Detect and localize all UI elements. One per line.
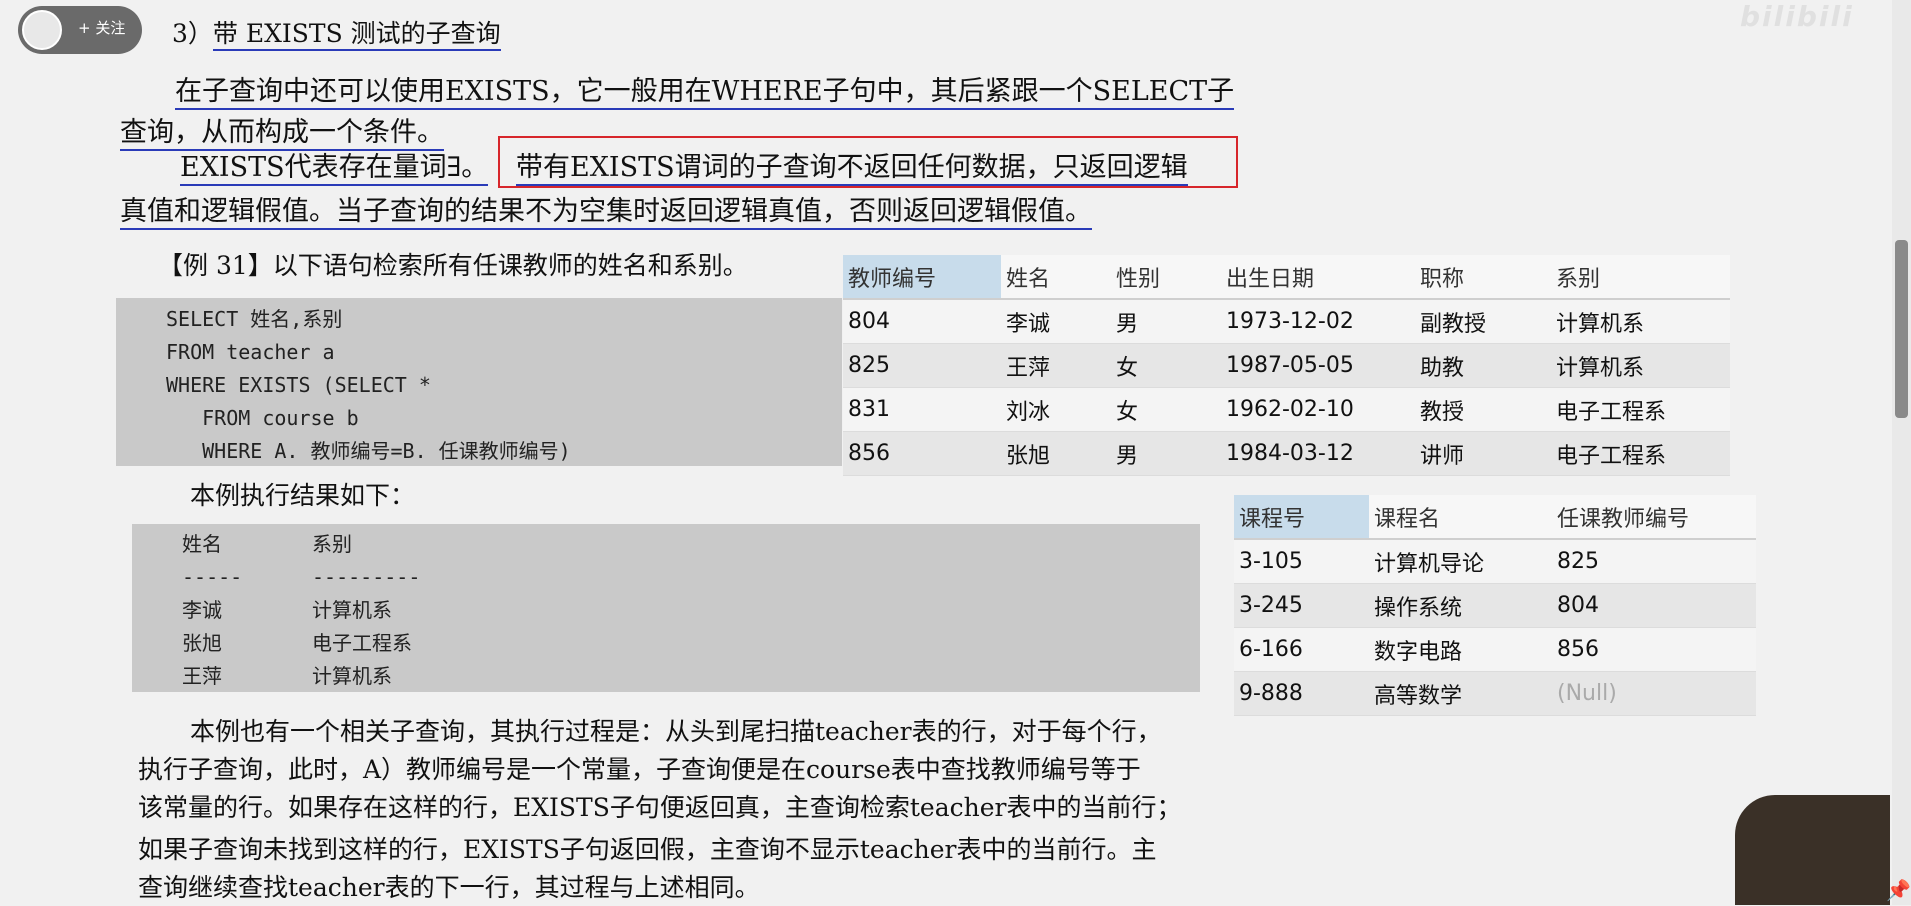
teacher-table: 教师编号 姓名 性别 出生日期 职称 系别 804 李诚 男 1973-12-0… [843, 255, 1730, 476]
column-header[interactable]: 系别 [1551, 255, 1730, 300]
table-cell[interactable]: 电子工程系 [1551, 431, 1730, 476]
table-cell[interactable]: 刘冰 [1001, 387, 1111, 432]
table-cell[interactable]: 856 [1552, 627, 1756, 672]
column-header[interactable]: 课程名 [1369, 495, 1552, 540]
table-header-row: 教师编号 姓名 性别 出生日期 职称 系别 [843, 255, 1730, 300]
para2-line2: 真值和逻辑假值。当子查询的结果不为空集时返回逻辑真值，否则返回逻辑假值。 [120, 194, 1092, 230]
table-cell[interactable]: 856 [843, 431, 1001, 476]
follow-label[interactable]: + 关注 [78, 17, 125, 38]
table-cell[interactable]: 804 [1552, 583, 1756, 628]
table-cell[interactable]: 讲师 [1415, 431, 1551, 476]
table-cell[interactable]: 数字电路 [1369, 627, 1552, 672]
table-cell[interactable]: 1973-12-02 [1221, 299, 1415, 344]
table-row[interactable]: 804 李诚 男 1973-12-02 副教授 计算机系 [843, 299, 1730, 344]
explanation-line-2: 执行子查询，此时，A）教师编号是一个常量，子查询便是在course表中查找教师编… [138, 755, 1141, 784]
result-row: 张旭 [182, 631, 222, 655]
course-table: 课程号 课程名 任课教师编号 3-105 计算机导论 825 3-245 操作系… [1234, 495, 1756, 716]
table-cell[interactable]: 3-105 [1234, 539, 1369, 584]
sql-line-5: WHERE A. 教师编号=B. 任课教师编号) [166, 439, 571, 463]
table-cell[interactable]: 1962-02-10 [1221, 387, 1415, 432]
scrollbar-thumb[interactable] [1895, 240, 1908, 418]
heading-number: 3） [172, 19, 213, 48]
null-cell[interactable]: (Null) [1552, 671, 1756, 716]
table-cell[interactable]: 9-888 [1234, 671, 1369, 716]
section-heading: 3）带 EXISTS 测试的子查询 [172, 16, 501, 52]
table-header-row: 课程号 课程名 任课教师编号 [1234, 495, 1756, 540]
webcam-overlay [1735, 795, 1890, 905]
column-header[interactable]: 职称 [1415, 255, 1551, 300]
column-header[interactable]: 性别 [1111, 255, 1221, 300]
table-cell[interactable]: 831 [843, 387, 1001, 432]
table-row[interactable]: 9-888 高等数学 (Null) [1234, 671, 1756, 716]
pin-icon[interactable]: 📌 [1886, 878, 1911, 902]
table-cell[interactable]: 电子工程系 [1551, 387, 1730, 432]
explanation-line-4: 如果子查询未找到这样的行，EXISTS子句返回假，主查询不显示teacher表中… [138, 835, 1157, 864]
table-cell[interactable]: 操作系统 [1369, 583, 1552, 628]
result-row: 王萍 [182, 664, 222, 688]
table-cell[interactable]: 男 [1111, 299, 1221, 344]
table-cell[interactable]: 女 [1111, 343, 1221, 388]
result-row: 计算机系 [312, 664, 392, 688]
table-cell[interactable]: 825 [1552, 539, 1756, 584]
column-header[interactable]: 任课教师编号 [1552, 495, 1756, 540]
highlight-box [498, 136, 1238, 188]
table-cell[interactable]: 高等数学 [1369, 671, 1552, 716]
result-header-dept: 系别 [312, 532, 352, 556]
table-cell[interactable]: 助教 [1415, 343, 1551, 388]
result-row: 电子工程系 [312, 631, 412, 655]
explanation-line-5: 查询继续查找teacher表的下一行，其过程与上述相同。 [138, 873, 760, 902]
table-row[interactable]: 856 张旭 男 1984-03-12 讲师 电子工程系 [843, 431, 1730, 476]
table-cell[interactable]: 李诚 [1001, 299, 1111, 344]
column-header[interactable]: 课程号 [1234, 495, 1369, 540]
sql-line-2: FROM teacher a [166, 340, 335, 364]
result-block [132, 524, 1200, 692]
para2-line1: EXISTS代表存在量词∃。 [180, 150, 489, 186]
result-intro: 本例执行结果如下： [190, 481, 416, 510]
sql-line-1: SELECT 姓名,系别 [166, 307, 343, 331]
sql-line-3: WHERE EXISTS (SELECT * [166, 373, 431, 397]
result-row: 计算机系 [312, 598, 392, 622]
table-cell[interactable]: 副教授 [1415, 299, 1551, 344]
result-dash-1: ----- [182, 565, 243, 589]
para1-line2: 查询，从而构成一个条件。 [120, 115, 444, 151]
table-cell[interactable]: 1987-05-05 [1221, 343, 1415, 388]
table-cell[interactable]: 1984-03-12 [1221, 431, 1415, 476]
table-row[interactable]: 831 刘冰 女 1962-02-10 教授 电子工程系 [843, 387, 1730, 432]
table-cell[interactable]: 计算机导论 [1369, 539, 1552, 584]
para1-line1: 在子查询中还可以使用EXISTS，它一般用在WHERE子句中，其后紧跟一个SEL… [175, 74, 1235, 110]
table-cell[interactable]: 804 [843, 299, 1001, 344]
explanation-line-1: 本例也有一个相关子查询，其执行过程是：从头到尾扫描teacher表的行，对于每个… [190, 717, 1162, 746]
table-row[interactable]: 825 王萍 女 1987-05-05 助教 计算机系 [843, 343, 1730, 388]
table-cell[interactable]: 6-166 [1234, 627, 1369, 672]
example-title: 【例 31】以下语句检索所有任课教师的姓名和系别。 [158, 251, 748, 280]
table-row[interactable]: 6-166 数字电路 856 [1234, 627, 1756, 672]
table-cell[interactable]: 女 [1111, 387, 1221, 432]
bilibili-logo: bilibili [1740, 0, 1854, 33]
table-cell[interactable]: 教授 [1415, 387, 1551, 432]
explanation-line-3: 该常量的行。如果存在这样的行，EXISTS子句便返回真，主查询检索teacher… [138, 793, 1182, 822]
table-cell[interactable]: 王萍 [1001, 343, 1111, 388]
result-row: 李诚 [182, 598, 222, 622]
table-cell[interactable]: 张旭 [1001, 431, 1111, 476]
table-cell[interactable]: 825 [843, 343, 1001, 388]
vertical-scrollbar[interactable] [1892, 0, 1911, 905]
table-cell[interactable]: 3-245 [1234, 583, 1369, 628]
heading-text: 带 EXISTS 测试的子查询 [212, 19, 501, 51]
sql-line-4: FROM course b [166, 406, 359, 430]
column-header[interactable]: 姓名 [1001, 255, 1111, 300]
avatar-icon[interactable] [22, 10, 62, 50]
column-header[interactable]: 教师编号 [843, 255, 1001, 300]
exists-quantifier-text: EXISTS代表存在量词∃。 [180, 152, 489, 186]
table-cell[interactable]: 男 [1111, 431, 1221, 476]
table-row[interactable]: 3-245 操作系统 804 [1234, 583, 1756, 628]
table-row[interactable]: 3-105 计算机导论 825 [1234, 539, 1756, 584]
result-dash-2: --------- [312, 565, 421, 589]
column-header[interactable]: 出生日期 [1221, 255, 1415, 300]
table-cell[interactable]: 计算机系 [1551, 299, 1730, 344]
result-header-name: 姓名 [182, 532, 222, 556]
table-cell[interactable]: 计算机系 [1551, 343, 1730, 388]
